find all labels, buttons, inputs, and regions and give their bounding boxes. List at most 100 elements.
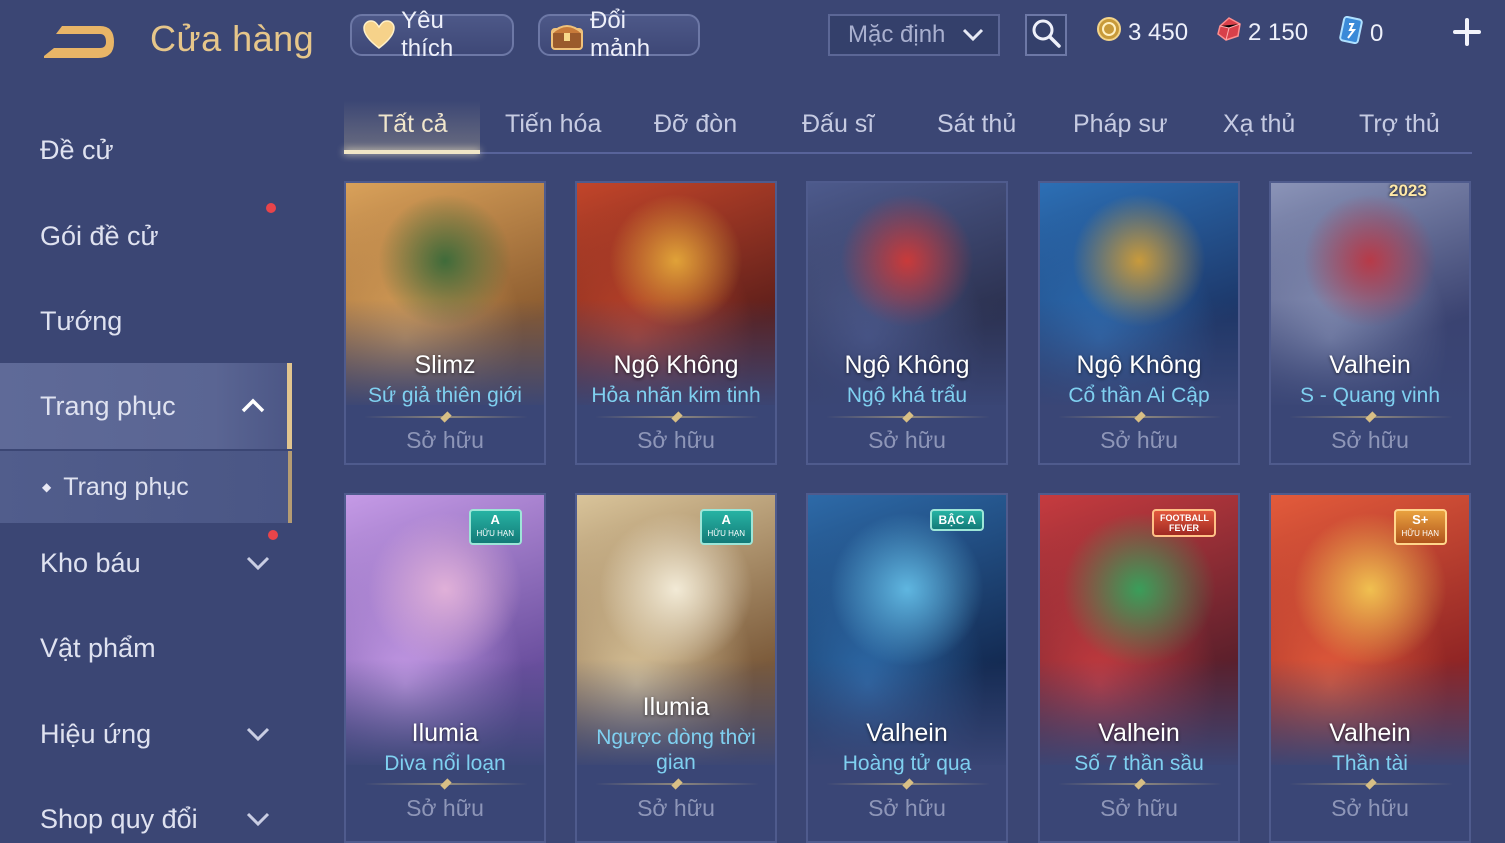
sidebar-item-label: Shop quy đổi [40,803,198,834]
sidebar-item-label: Trang phục [63,472,189,501]
tab-mage[interactable]: Pháp sư [1073,110,1168,139]
treasure-chest-icon [550,18,584,52]
hero-name: Valhein [866,719,948,747]
owned-status: Sở hữu [868,795,946,821]
skin-card[interactable]: S+ HỮU HẠN Valhein Thần tài Sở hữu [1269,493,1471,843]
favorites-button[interactable]: Yêu thích [350,7,514,62]
tab-evolution[interactable]: Tiến hóa [505,110,601,139]
sidebar-subitem-skins[interactable]: ◆ Trang phục [0,451,292,523]
sort-dropdown[interactable]: Mặc định [828,14,1000,56]
skin-card[interactable]: Ngộ Không Hỏa nhãn kim tinh Sở hữu [575,181,777,465]
owned-status: Sở hữu [1100,795,1178,821]
tier-badge-label: A [490,512,500,527]
skin-name: Ngược dòng thời gian [596,726,756,774]
skin-card[interactable]: Slimz Sứ giả thiên giới Sở hữu [344,181,546,465]
sidebar-item-effects[interactable]: Hiệu ứng [0,691,292,777]
voucher-amount: 0 [1370,19,1384,47]
gold-currency: 3 450 [1096,16,1188,49]
skin-name: Cổ thần Ai Cập [1068,384,1210,407]
gold-coin-icon [1096,16,1122,49]
skin-card[interactable]: FOOTBALL FEVER Valhein Số 7 thần sầu Sở … [1038,493,1240,843]
owned-status: Sở hữu [1100,427,1178,453]
voucher-icon [1338,15,1364,51]
top-bar: Cửa hàng Yêu thích Đổi mảnh Mặc định 3 4… [0,0,1505,80]
card-divider [595,416,759,418]
sidebar-item-skins[interactable]: Trang phục [0,363,292,449]
card-divider [826,416,990,418]
sidebar: Đề cử Gói đề cử Tướng Trang phục ◆ Trang… [0,105,292,843]
hero-name: Ngộ Không [844,351,970,379]
sidebar-item-label: Kho báu [40,547,141,578]
skin-card[interactable]: Ngộ Không Cổ thần Ai Cập Sở hữu [1038,181,1240,465]
tab-all[interactable]: Tất cả [378,110,447,139]
chevron-down-icon [962,21,984,49]
card-divider [1289,783,1453,785]
shard-exchange-label: Đổi mảnh [590,7,651,62]
owned-status: Sở hữu [637,795,715,821]
sidebar-item-label: Vật phẩm [40,632,156,663]
skin-card[interactable]: A HỮU HẠN Ilumia Ngược dòng thời gian Sở … [575,493,777,843]
tab-assassin[interactable]: Sát thủ [937,110,1016,139]
search-icon [1031,18,1061,53]
sidebar-item-label: Hiệu ứng [40,718,152,749]
active-tab-indicator [344,150,480,154]
tier-badge: S+ HỮU HẠN [1393,509,1447,545]
heart-icon [362,18,395,52]
voucher-currency: 0 [1338,15,1384,51]
notification-dot [266,203,276,213]
sidebar-item-heroes[interactable]: Tướng [0,278,292,364]
sidebar-item-label: Gói đề cử [40,220,159,251]
hero-name: Ilumia [411,719,479,747]
card-divider [364,416,528,418]
skin-name: Diva nổi loạn [384,752,506,775]
sidebar-item-exchange-shop[interactable]: Shop quy đổi [0,776,292,843]
year-badge: 2023 [1389,181,1427,200]
hero-name: Valhein [1329,351,1411,379]
sidebar-item-label: Đề cử [40,134,114,165]
owned-status: Sở hữu [406,795,484,821]
skin-card[interactable]: 2023 Valhein S - Quang vinh Sở hữu [1269,181,1471,465]
sidebar-item-items[interactable]: Vật phẩm [0,605,292,691]
page-title: Cửa hàng [150,18,315,59]
tier-badge-label: S+ [1412,512,1429,527]
card-divider [1058,416,1222,418]
tab-support[interactable]: Trợ thủ [1359,110,1440,139]
hero-name: Ngộ Không [1076,351,1202,379]
tier-badge-label: BẬC A [938,513,976,527]
diamond-bullet-icon: ◆ [42,480,52,494]
tier-badge: A HỮU HẠN [699,509,753,545]
ruby-amount: 2 150 [1248,18,1309,46]
shard-exchange-button[interactable]: Đổi mảnh [538,7,700,62]
tab-marksman[interactable]: Xạ thủ [1223,110,1295,139]
hero-name: Ilumia [642,693,710,721]
sort-value: Mặc định [848,21,946,48]
sidebar-item-label: Tướng [40,305,123,336]
sidebar-item-recommended[interactable]: Đề cử [0,107,292,193]
card-divider [1289,416,1453,418]
sidebar-item-label: Trang phục [40,390,176,421]
tab-tank[interactable]: Đỡ đòn [654,110,737,139]
skin-name: Số 7 thần sầu [1074,752,1204,775]
favorites-label: Yêu thích [401,7,454,62]
card-divider [826,783,990,785]
tier-badge-sub: HỮU HẠN [1401,529,1440,538]
sidebar-item-treasure[interactable]: Kho báu [0,520,292,606]
plus-icon[interactable] [1452,17,1482,47]
skin-card[interactable]: Ngộ Không Ngộ khá trẩu Sở hữu [806,181,1008,465]
chevron-down-icon [246,551,270,575]
skin-card[interactable]: A HỮU HẠN Ilumia Diva nổi loạn Sở hữu [344,493,546,843]
sidebar-item-bundles[interactable]: Gói đề cử [0,193,292,279]
event-badge-label: FOOTBALL FEVER [1160,513,1209,533]
back-icon[interactable] [40,22,116,62]
tab-fighter[interactable]: Đấu sĩ [802,110,874,139]
skin-name: S - Quang vinh [1299,384,1441,407]
skin-card[interactable]: BẬC A Valhein Hoàng tử quạ Sở hữu [806,493,1008,843]
skin-name: Ngộ khá trẩu [846,384,968,407]
search-button[interactable] [1025,14,1067,56]
card-divider [595,783,759,785]
hero-name: Slimz [414,351,476,379]
tier-badge-sub: HỮU HẠN [476,529,515,538]
chevron-down-icon [246,807,270,831]
chevron-up-icon [241,394,265,418]
skin-name: Sứ giả thiên giới [368,384,522,407]
